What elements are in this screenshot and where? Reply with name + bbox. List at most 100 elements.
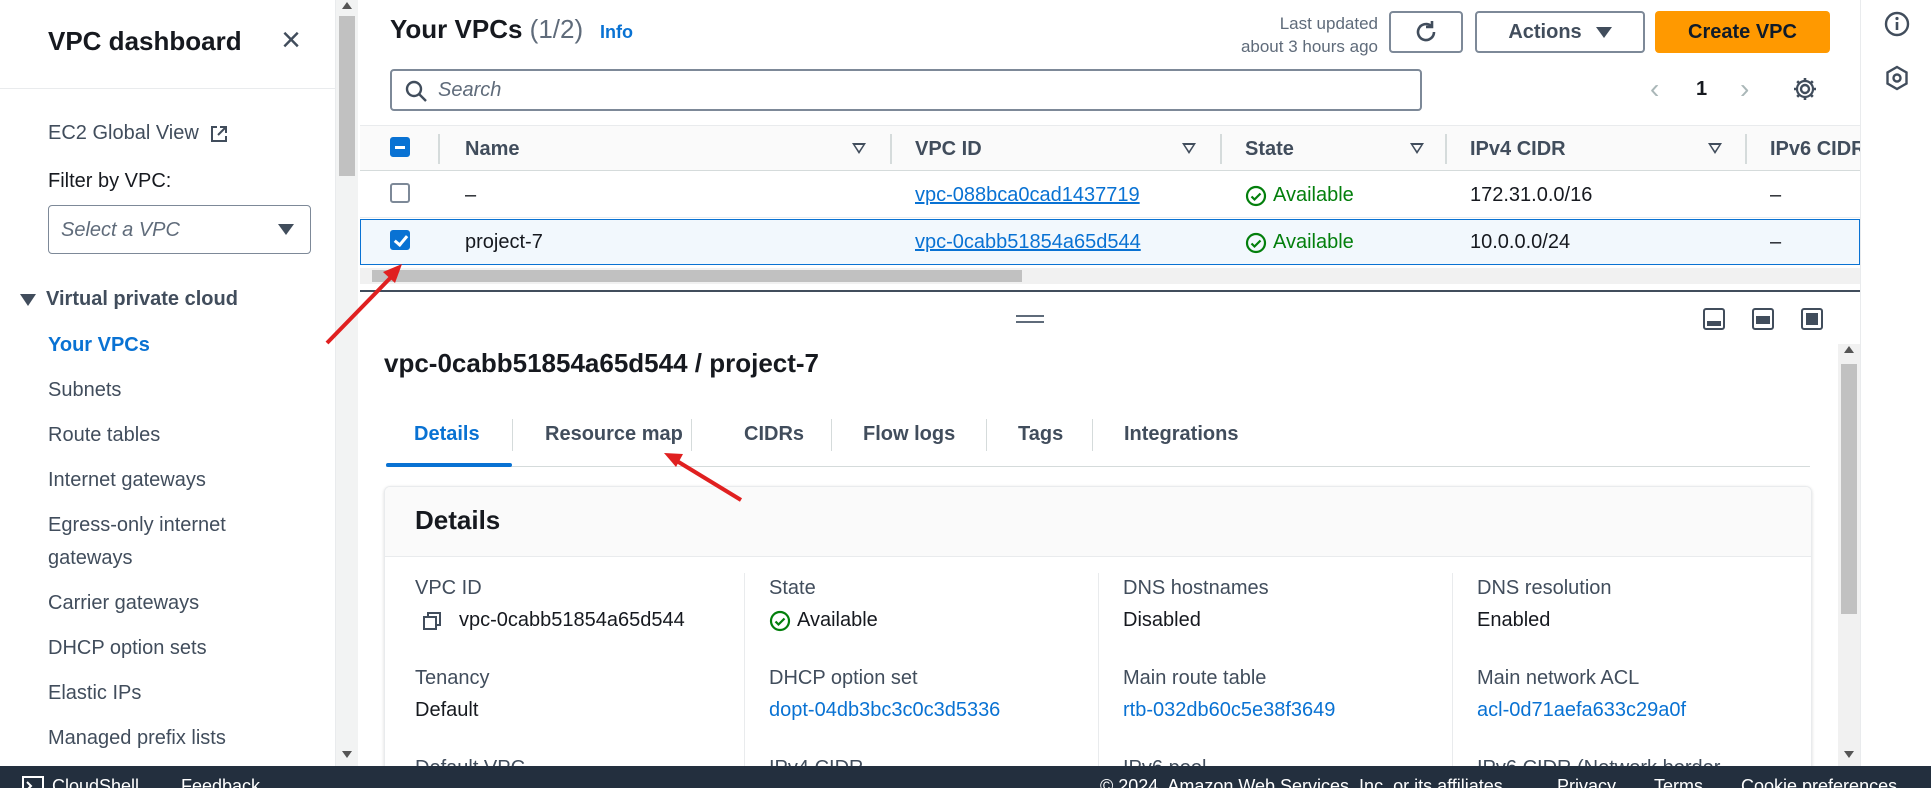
sort-icon[interactable] [1182,143,1196,154]
cell-name: project-7 [465,231,543,253]
caret-down-icon [278,224,294,235]
cell-name: – [465,184,477,206]
sidebar-scrollbar[interactable] [336,0,358,766]
search-input[interactable] [438,77,1398,103]
tab-divider [691,419,692,451]
close-icon[interactable]: × [276,23,306,57]
right-tool-rail [1860,0,1931,766]
sidebar-item-internet-gateways[interactable]: Internet gateways [48,464,308,497]
sidebar-item-elastic-ips[interactable]: Elastic IPs [48,677,308,710]
sidebar-header: VPC dashboard × [0,0,335,89]
tab-integrations[interactable]: Integrations [1124,423,1238,446]
column-divider [1445,134,1447,164]
table-horizontal-scrollbar[interactable] [360,268,1860,284]
vpc-filter-select[interactable]: Select a VPC [48,205,311,254]
column-header-ipv4-cidr[interactable]: IPv4 CIDR [1470,138,1566,161]
dhcp-option-set-link[interactable]: dopt-04db3bc3c0c3d5336 [769,699,1000,722]
section-virtual-private-cloud[interactable]: Virtual private cloud [20,288,238,311]
page-number[interactable]: 1 [1696,78,1707,101]
copy-icon[interactable] [421,610,443,632]
page-title: Your VPCs (1/2) [390,14,583,45]
scroll-up-icon[interactable] [1844,346,1854,353]
state-text: Available [1273,231,1354,253]
horizontal-scroll-thumb[interactable] [372,270,1022,282]
dhcp-option-set-label: DHCP option set [769,667,918,689]
sidebar-item-carrier-gateways[interactable]: Carrier gateways [48,587,308,620]
refresh-button[interactable] [1389,11,1463,53]
sort-icon[interactable] [1410,143,1424,154]
details-card-title: Details [415,505,501,535]
cell-vpc-id-link[interactable]: vpc-0cabb51854a65d544 [915,231,1141,254]
check-circle-icon [769,610,791,631]
dns-resolution-value: Enabled [1477,609,1551,631]
actions-button[interactable]: Actions [1475,11,1645,53]
check-circle-icon [1245,232,1267,253]
column-header-ipv6-cidr[interactable]: IPv6 CIDR [1770,138,1860,161]
column-header-state[interactable]: State [1245,138,1294,161]
dns-resolution-label: DNS resolution [1477,577,1612,599]
privacy-link[interactable]: Privacy [1557,776,1616,788]
side-navigation: VPC dashboard × EC2 Global View Filter b… [0,0,336,766]
tab-details[interactable]: Details [414,423,480,446]
main-route-table-link[interactable]: rtb-032db60c5e38f3649 [1123,699,1335,722]
tab-flow-logs[interactable]: Flow logs [863,423,955,446]
scroll-down-icon[interactable] [1844,751,1854,758]
info-icon[interactable] [1883,10,1911,38]
chevron-right-icon[interactable]: › [1740,75,1749,103]
feedback-link[interactable]: Feedback [181,776,260,788]
chevron-left-icon[interactable]: ‹ [1650,75,1659,103]
split-side-icon[interactable] [1752,308,1774,330]
tab-tags[interactable]: Tags [1018,423,1063,446]
refresh-icon [1416,21,1436,42]
drag-handle-icon[interactable] [1016,315,1044,323]
sidebar-scroll-thumb[interactable] [339,16,355,176]
table-row[interactable]: – vpc-088bca0cad1437719 Available 172.31… [360,172,1860,218]
sidebar-item-subnets[interactable]: Subnets [48,374,308,407]
terms-link[interactable]: Terms [1654,776,1703,788]
ec2-global-view-link[interactable]: EC2 Global View [48,122,229,145]
tab-divider [512,419,513,451]
tenancy-value: Default [415,699,479,721]
scroll-down-icon[interactable] [342,751,352,758]
icon-fill [1707,321,1721,326]
column-divider [1452,573,1453,785]
detail-tabs: Details Resource map CIDRs Flow logs Tag… [386,405,1810,467]
table-row-selected[interactable]: project-7 vpc-0cabb51854a65d544 Availabl… [360,219,1860,265]
info-link[interactable]: Info [600,22,633,43]
split-full-icon[interactable] [1801,308,1823,330]
row-checkbox[interactable] [390,183,410,203]
cookie-preferences-link[interactable]: Cookie preferences [1741,776,1897,788]
sidebar-item-egress-only-internet-gateways[interactable]: Egress-only internet gateways [48,509,308,575]
cloudshell-button[interactable]: CloudShell [22,776,139,788]
detail-vertical-scrollbar[interactable] [1838,344,1860,766]
gear-icon[interactable] [1792,76,1818,102]
split-bottom-icon[interactable] [1703,308,1725,330]
search-box[interactable] [390,69,1422,111]
sort-icon[interactable] [852,143,866,154]
column-header-name[interactable]: Name [465,138,519,161]
hexagon-settings-icon[interactable] [1883,64,1911,92]
cell-vpc-id-link[interactable]: vpc-088bca0cad1437719 [915,184,1140,207]
row-checkbox[interactable] [390,230,410,250]
sidebar-item-route-tables[interactable]: Route tables [48,419,308,452]
split-panel-divider [360,290,1860,292]
column-divider [744,573,745,785]
sort-icon[interactable] [1708,143,1722,154]
sidebar-title: VPC dashboard [48,26,242,56]
last-updated-time: about 3 hours ago [1240,37,1378,56]
section-title: Virtual private cloud [46,288,238,310]
create-vpc-button[interactable]: Create VPC [1655,11,1830,53]
select-all-checkbox[interactable] [390,137,410,157]
search-icon [405,80,427,102]
actions-label: Actions [1508,20,1582,43]
terminal-icon [22,776,44,788]
sidebar-item-your-vpcs[interactable]: Your VPCs [48,329,308,362]
sidebar-item-managed-prefix-lists[interactable]: Managed prefix lists [48,722,308,755]
column-header-vpc-id[interactable]: VPC ID [915,138,982,161]
detail-scroll-thumb[interactable] [1841,364,1857,614]
main-network-acl-link[interactable]: acl-0d71aefa633c29a0f [1477,699,1686,722]
tab-resource-map[interactable]: Resource map [545,423,683,446]
tab-cidrs[interactable]: CIDRs [744,423,804,446]
scroll-up-icon[interactable] [342,2,352,9]
sidebar-item-dhcp-option-sets[interactable]: DHCP option sets [48,632,308,665]
